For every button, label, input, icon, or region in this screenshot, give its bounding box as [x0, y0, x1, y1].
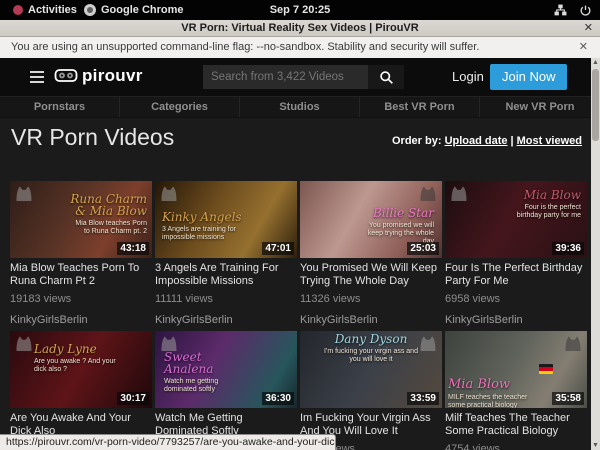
studio-cat-logo-icon [14, 185, 34, 202]
order-by-separator: | [511, 135, 514, 147]
site-logo[interactable]: pirouvr [54, 66, 143, 86]
video-views: 19183 views [10, 293, 152, 305]
infobar-close-icon[interactable]: ✕ [579, 37, 588, 58]
studio-cat-logo-icon [563, 335, 583, 352]
site-logo-text: pirouvr [82, 66, 143, 86]
video-views: 6958 views [445, 293, 587, 305]
video-title-link[interactable]: Four Is The Perfect Birthday Party For M… [445, 262, 587, 288]
search-input[interactable] [203, 65, 368, 89]
video-thumbnail[interactable]: Sweet AnalenaWatch me getting dominated … [155, 331, 297, 408]
video-thumbnail[interactable]: Dany DysonI'm fucking your virgin ass an… [300, 331, 442, 408]
video-card[interactable]: Dany DysonI'm fucking your virgin ass an… [300, 331, 442, 450]
video-duration-badge: 30:17 [117, 392, 149, 405]
main-nav: Pornstars Categories Studios Best VR Por… [0, 96, 600, 118]
video-duration-badge: 43:18 [117, 242, 149, 255]
page-title: VR Porn Videos [11, 124, 174, 151]
search-icon [379, 70, 394, 85]
video-title-link[interactable]: 3 Angels Are Training For Impossible Mis… [155, 262, 297, 288]
german-flag-icon [539, 364, 553, 374]
video-thumbnail[interactable]: Runa Charm & Mia BlowMia Blow teaches Po… [10, 181, 152, 258]
browser-viewport: pirouvr Login Join Now Pornstars Categor… [0, 58, 600, 450]
power-icon[interactable] [579, 4, 592, 17]
order-by-most-viewed-link[interactable]: Most viewed [517, 135, 582, 147]
thumb-overlay-text: Billie StarYou promised we will keep try… [362, 207, 434, 246]
search-button[interactable] [368, 65, 404, 89]
video-card[interactable]: Kinky Angels3 Angels are training for im… [155, 181, 297, 331]
video-duration-badge: 25:03 [407, 242, 439, 255]
nav-item-categories[interactable]: Categories [120, 97, 240, 117]
video-thumbnail[interactable]: Lady LyneAre you awake ? And your dick a… [10, 331, 152, 408]
video-card[interactable]: Mia BlowMILF teaches the teacher some pr… [445, 331, 587, 450]
window-titlebar: VR Porn: Virtual Reality Sex Videos | Pi… [0, 20, 600, 37]
video-thumbnail[interactable]: Kinky Angels3 Angels are training for im… [155, 181, 297, 258]
video-duration-badge: 33:59 [407, 392, 439, 405]
video-duration-badge: 47:01 [262, 242, 294, 255]
scrollbar-up-arrow-icon[interactable]: ▲ [591, 58, 600, 67]
status-bar-url: https://pirouvr.com/vr-porn-video/779325… [0, 434, 336, 450]
system-top-bar: Activities Google Chrome Sep 7 20:25 [0, 0, 600, 20]
thumb-overlay-text: Kinky Angels3 Angels are training for im… [162, 211, 242, 242]
video-duration-badge: 39:36 [552, 242, 584, 255]
network-tree-icon[interactable] [554, 4, 567, 17]
vertical-scrollbar[interactable]: ▲ ▼ [591, 58, 600, 450]
thumb-overlay-text: Dany DysonI'm fucking your virgin ass an… [320, 333, 422, 364]
studio-cat-logo-icon [14, 335, 34, 352]
video-title-link[interactable]: Mia Blow Teaches Porn To Runa Charm Pt 2 [10, 262, 152, 288]
video-card[interactable]: Mia BlowFour is the perfect birthday par… [445, 181, 587, 331]
thumb-overlay-text: Lady LyneAre you awake ? And your dick a… [34, 343, 118, 374]
video-views: 11111 views [155, 293, 297, 305]
nav-item-new-vr[interactable]: New VR Porn [480, 97, 600, 117]
thumb-overlay-text: Sweet AnalenaWatch me getting dominated … [164, 351, 244, 394]
video-title-link[interactable]: Milf Teaches The Teacher Some Practical … [445, 412, 587, 438]
thumb-overlay-text: Runa Charm & Mia BlowMia Blow teaches Po… [69, 193, 147, 236]
video-studio-link[interactable]: KinkyGirlsBerlin [300, 314, 442, 326]
video-studio-link[interactable]: KinkyGirlsBerlin [155, 314, 297, 326]
video-studio-link[interactable]: KinkyGirlsBerlin [10, 314, 152, 326]
order-by-bar: Order by: Upload date|Most viewed [392, 135, 582, 147]
video-card[interactable]: Runa Charm & Mia BlowMia Blow teaches Po… [10, 181, 152, 331]
vr-goggles-icon [54, 68, 78, 84]
order-by-label: Order by: [392, 135, 442, 147]
video-studio-link[interactable]: KinkyGirlsBerlin [445, 314, 587, 326]
thumb-overlay-text: Mia BlowFour is the perfect birthday par… [513, 189, 581, 220]
clock[interactable]: Sep 7 20:25 [0, 0, 600, 20]
video-card[interactable]: Sweet AnalenaWatch me getting dominated … [155, 331, 297, 450]
order-by-upload-date-link[interactable]: Upload date [445, 135, 508, 147]
site-header: pirouvr Login Join Now [0, 58, 600, 96]
video-card[interactable]: Lady LyneAre you awake ? And your dick a… [10, 331, 152, 450]
sandbox-warning-infobar: You are using an unsupported command-lin… [0, 37, 600, 58]
join-now-button[interactable]: Join Now [490, 64, 567, 90]
studio-cat-logo-icon [449, 185, 469, 202]
studio-cat-logo-icon [159, 185, 179, 202]
nav-item-studios[interactable]: Studios [240, 97, 360, 117]
nav-item-pornstars[interactable]: Pornstars [0, 97, 120, 117]
scrollbar-down-arrow-icon[interactable]: ▼ [591, 441, 600, 450]
video-views: 11326 views [300, 293, 442, 305]
video-thumbnail[interactable]: Mia BlowMILF teaches the teacher some pr… [445, 331, 587, 408]
video-duration-badge: 35:58 [552, 392, 584, 405]
window-title: VR Porn: Virtual Reality Sex Videos | Pi… [181, 22, 418, 34]
window-close-icon[interactable]: ✕ [584, 20, 593, 37]
video-thumbnail[interactable]: Mia BlowFour is the perfect birthday par… [445, 181, 587, 258]
infobar-message: You are using an unsupported command-lin… [11, 41, 479, 53]
thumb-overlay-text: Mia BlowMILF teaches the teacher some pr… [448, 379, 544, 408]
nav-item-best-vr[interactable]: Best VR Porn [360, 97, 480, 117]
scrollbar-thumb[interactable] [592, 69, 599, 141]
video-title-link[interactable]: You Promised We Will Keep Trying The Who… [300, 262, 442, 288]
video-duration-badge: 36:30 [262, 392, 294, 405]
video-thumbnail[interactable]: Billie StarYou promised we will keep try… [300, 181, 442, 258]
studio-cat-logo-icon [418, 185, 438, 202]
login-link[interactable]: Login [452, 69, 484, 84]
video-card[interactable]: Billie StarYou promised we will keep try… [300, 181, 442, 331]
video-views: 4754 views [445, 443, 587, 450]
menu-hamburger-icon[interactable] [30, 71, 44, 83]
